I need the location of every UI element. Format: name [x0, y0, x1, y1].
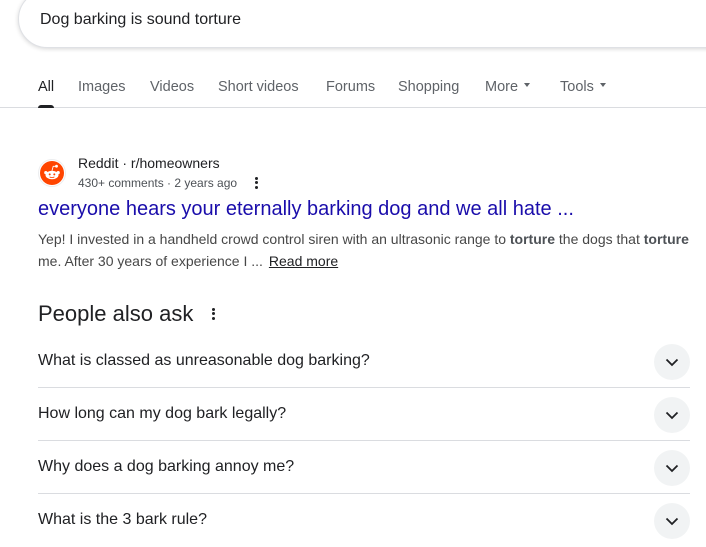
tab-forums[interactable]: Forums: [326, 79, 375, 95]
paa-question[interactable]: What is classed as unreasonable dog bark…: [38, 335, 690, 388]
paa-question[interactable]: Why does a dog barking annoy me?: [38, 441, 690, 494]
result-site-name[interactable]: Reddit · r/homeowners: [78, 155, 220, 171]
result-meta: 430+ comments · 2 years ago: [78, 176, 238, 190]
caret-down-icon: [599, 83, 606, 88]
paa-question[interactable]: What is the 3 bark rule?: [38, 494, 690, 547]
tab-videos[interactable]: Videos: [150, 79, 194, 95]
result-title-link[interactable]: everyone hears your eternally barking do…: [38, 198, 574, 221]
paa-question-text: What is classed as unreasonable dog bark…: [38, 352, 370, 369]
tab-all[interactable]: All: [38, 79, 55, 108]
tab-tools[interactable]: Tools: [560, 79, 606, 95]
snippet-text: the dogs that: [555, 231, 644, 247]
chevron-down-icon[interactable]: [654, 450, 690, 486]
people-also-ask-heading: People also ask: [38, 301, 194, 326]
tab-images[interactable]: Images: [78, 79, 126, 95]
people-also-ask-list: What is classed as unreasonable dog bark…: [38, 335, 690, 547]
chevron-down-icon[interactable]: [654, 344, 690, 380]
reddit-icon[interactable]: [38, 159, 66, 187]
snippet-text: Yep! I invested in a handheld crowd cont…: [38, 231, 510, 247]
chevron-down-icon[interactable]: [654, 503, 690, 539]
paa-question-text: What is the 3 bark rule?: [38, 511, 207, 528]
snippet-highlight: torture: [643, 231, 689, 247]
read-more-link[interactable]: Read more: [269, 253, 338, 269]
caret-down-icon: [524, 83, 531, 88]
snippet-highlight: torture: [509, 231, 556, 247]
more-options-icon[interactable]: [209, 306, 217, 322]
tab-shopping[interactable]: Shopping: [398, 79, 459, 95]
tab-more-label: More: [485, 79, 519, 95]
paa-question-text: How long can my dog bark legally?: [38, 405, 287, 422]
snippet-text: me. After 30 years of experience I ...: [38, 253, 263, 269]
paa-question-text: Why does a dog barking annoy me?: [38, 458, 295, 475]
search-box[interactable]: Dog barking is sound torture: [18, 0, 706, 48]
result-snippet: Yep! I invested in a handheld crowd cont…: [38, 228, 690, 272]
search-tabs: All Images Videos Short videos Forums Sh…: [0, 77, 706, 108]
tab-tools-label: Tools: [560, 79, 594, 95]
more-options-icon[interactable]: [252, 175, 260, 191]
chevron-down-icon[interactable]: [654, 397, 690, 433]
tab-more[interactable]: More: [485, 79, 531, 95]
tab-short-videos[interactable]: Short videos: [218, 79, 299, 95]
paa-question[interactable]: How long can my dog bark legally?: [38, 388, 690, 441]
search-input[interactable]: Dog barking is sound torture: [40, 11, 241, 29]
